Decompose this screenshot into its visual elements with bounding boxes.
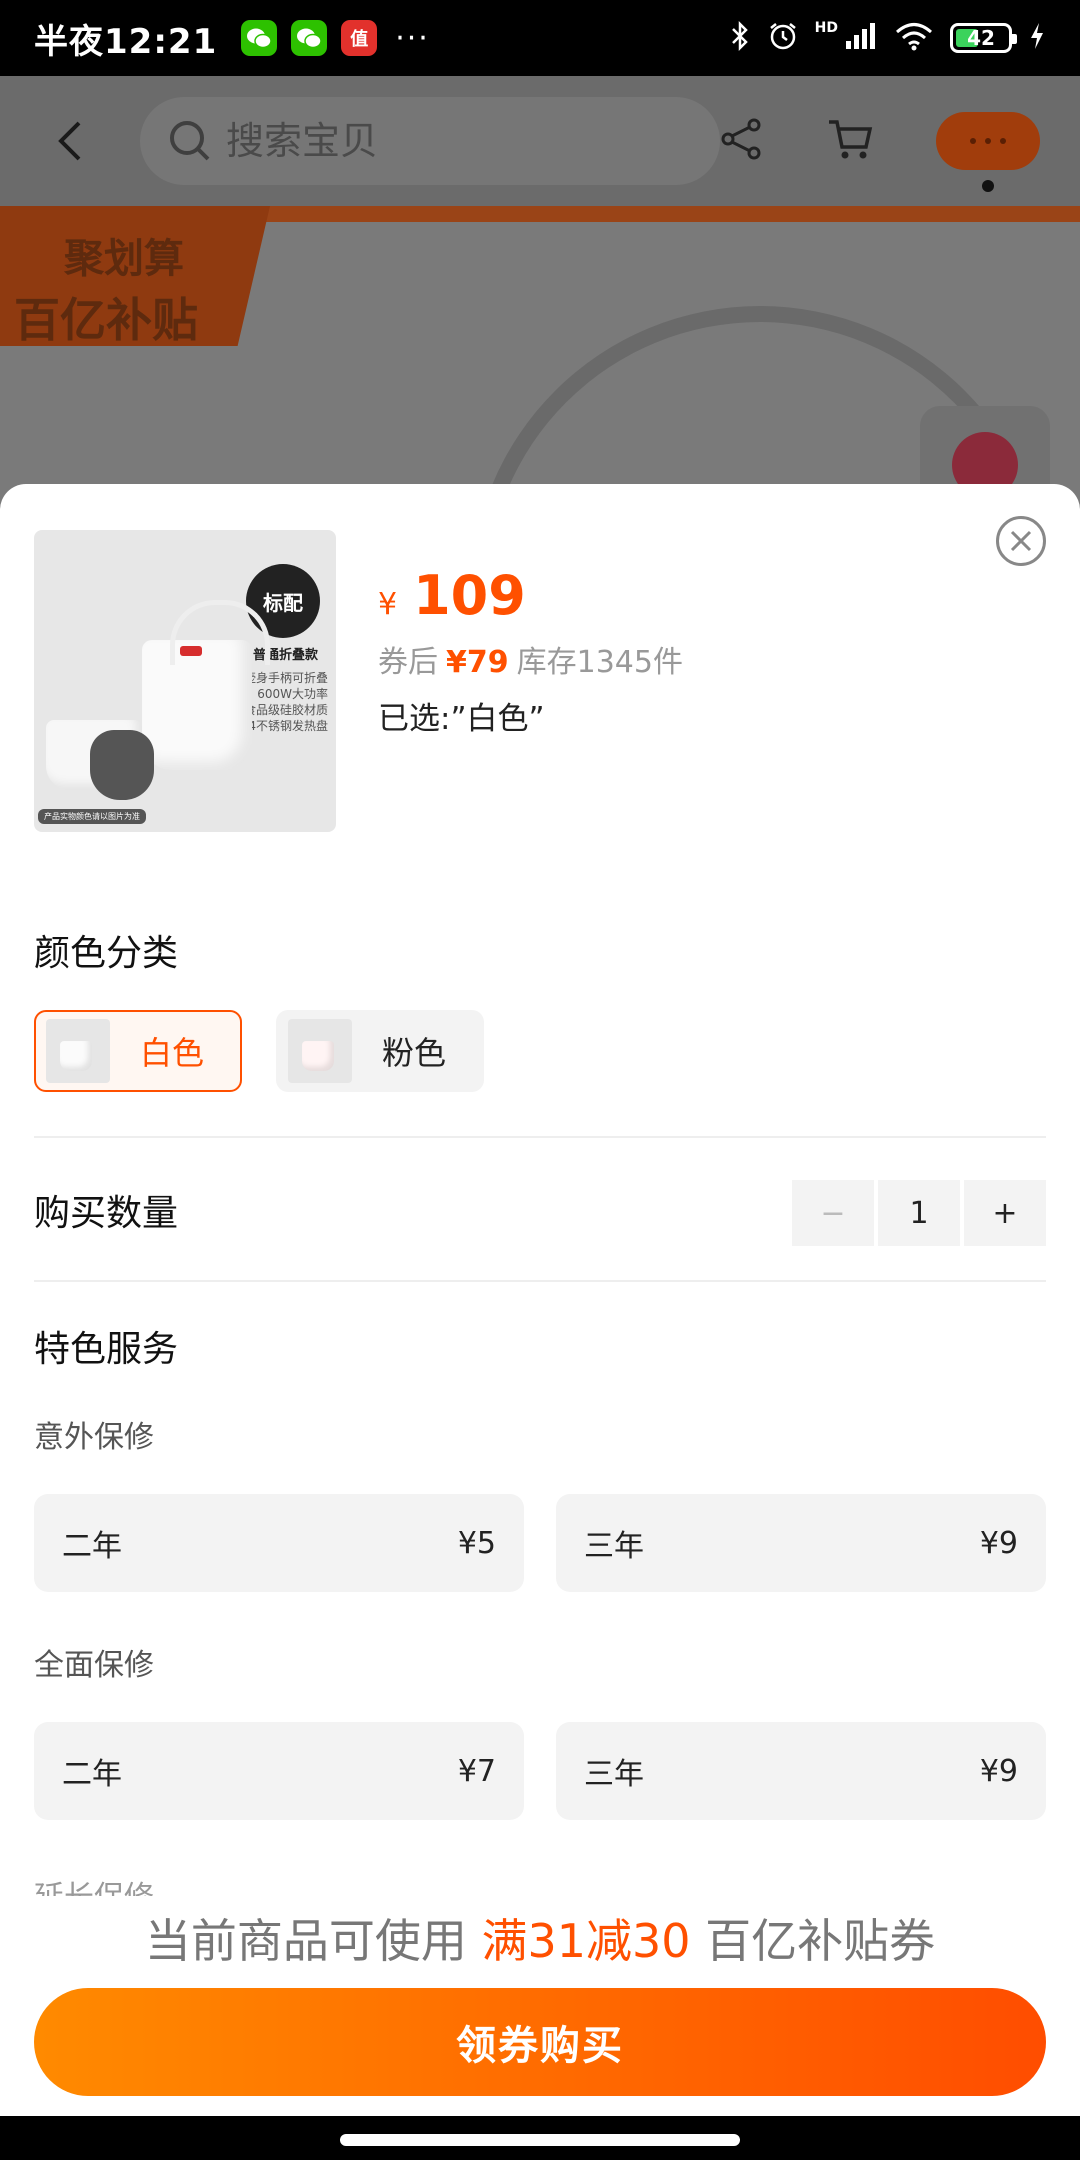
home-gesture-bar[interactable] — [340, 2134, 740, 2146]
charging-icon — [1028, 21, 1046, 55]
battery-icon: 42 — [950, 23, 1017, 53]
more-options-button[interactable] — [936, 112, 1040, 192]
divider — [34, 1280, 1046, 1282]
signal-icon — [844, 21, 878, 55]
price-area: ¥ 109 券后 ¥79 库存1345件 已选:”白色” — [378, 564, 683, 738]
chevron-left-icon — [58, 121, 81, 161]
color-option-pink[interactable]: 粉色 — [276, 1010, 485, 1092]
coupon-stock-row: 券后 ¥79 库存1345件 — [378, 637, 683, 681]
get-coupon-buy-button[interactable]: 领券购买 — [34, 1988, 1046, 2096]
bluetooth-icon — [729, 20, 751, 56]
service-option[interactable]: 二年 ¥5 — [34, 1494, 524, 1592]
cart-icon — [829, 120, 873, 159]
search-icon — [170, 121, 210, 161]
product-thumbnail[interactable]: 标配 普通折叠款 壶身手柄可折叠 600W大功率 食品级硅胶材质 304不锈钢发… — [34, 530, 336, 832]
close-icon — [1010, 530, 1032, 552]
wechat-icon — [291, 20, 328, 56]
after-coupon-price: ¥79 — [446, 645, 509, 680]
share-button[interactable] — [720, 117, 764, 165]
color-option-label: 粉色 — [382, 1034, 447, 1072]
stock-text: 库存1345件 — [516, 645, 683, 680]
after-coupon-label: 券后 — [378, 645, 438, 680]
color-swatch — [288, 1019, 353, 1083]
search-input[interactable] — [226, 119, 626, 163]
service-term: 二年 — [62, 1529, 122, 1564]
notification-icons: 值 — [241, 20, 378, 56]
status-right: HD 42 — [729, 20, 1046, 56]
alarm-icon — [767, 20, 799, 56]
color-swatch — [46, 1019, 110, 1083]
wifi-icon — [894, 21, 934, 55]
wechat-icon — [241, 20, 278, 56]
storage-bag-image — [90, 730, 154, 800]
app-header — [0, 76, 1080, 206]
hd-indicator: HD — [814, 20, 838, 36]
service-term: 三年 — [584, 1757, 644, 1792]
service-group-title: 全面保修 — [34, 1648, 154, 1683]
selected-variant: 已选:”白色” — [378, 701, 545, 737]
quantity-stepper: − 1 + — [792, 1180, 1046, 1246]
service-price: ¥5 — [457, 1525, 496, 1561]
color-option-white[interactable]: 白色 — [34, 1010, 243, 1092]
service-term: 三年 — [584, 1529, 644, 1564]
product-banner: 聚划算 百亿补贴 — [0, 206, 1080, 506]
back-button[interactable] — [40, 111, 100, 171]
share-icon — [721, 118, 761, 160]
color-section-title: 颜色分类 — [34, 933, 179, 974]
color-option-label: 白色 — [140, 1034, 205, 1072]
status-time: 半夜12:21 — [34, 21, 218, 62]
sku-selector-sheet: 标配 普通折叠款 壶身手柄可折叠 600W大功率 食品级硅胶材质 304不锈钢发… — [0, 484, 1080, 2160]
quantity-decrease-button[interactable]: − — [792, 1180, 874, 1246]
service-price: ¥7 — [457, 1753, 496, 1789]
smzdm-app-icon: 值 — [341, 20, 378, 56]
cart-button[interactable] — [826, 117, 874, 165]
quantity-title: 购买数量 — [34, 1193, 179, 1234]
header-actions — [720, 112, 1040, 192]
status-bar: 半夜12:21 值 ··· HD 42 — [0, 0, 1080, 76]
service-options: 二年 ¥7 三年 ¥9 — [34, 1722, 1046, 1820]
quantity-value[interactable]: 1 — [878, 1180, 960, 1246]
service-group-title-truncated: 延长保修 — [34, 1874, 154, 1896]
system-nav-bar — [0, 2116, 1080, 2160]
color-options: 白色 粉色 — [34, 1010, 485, 1092]
service-option[interactable]: 三年 ¥9 — [556, 1722, 1046, 1820]
coupon-promo-text: 当前商品可使用 满31减30 百亿补贴券 — [0, 1896, 1080, 1986]
image-caption: 产品实物颜色请以图片为准 — [38, 809, 146, 824]
divider — [34, 1136, 1046, 1138]
service-price: ¥9 — [979, 1525, 1018, 1561]
kettle-image — [142, 600, 270, 770]
service-price: ¥9 — [979, 1753, 1018, 1789]
price-row: ¥ 109 — [378, 564, 683, 627]
service-option[interactable]: 三年 ¥9 — [556, 1494, 1046, 1592]
quantity-increase-button[interactable]: + — [964, 1180, 1046, 1246]
service-option[interactable]: 二年 ¥7 — [34, 1722, 524, 1820]
battery-level: 42 — [967, 26, 995, 50]
more-notifications-icon: ··· — [395, 20, 430, 56]
services-title: 特色服务 — [34, 1329, 179, 1370]
service-term: 二年 — [62, 1757, 122, 1792]
search-box[interactable] — [140, 97, 720, 185]
close-button[interactable] — [996, 516, 1046, 566]
price-value: 109 — [413, 564, 526, 627]
service-group-title: 意外保修 — [34, 1420, 154, 1455]
juhuasuan-tag: 聚划算 百亿补贴 — [0, 206, 270, 346]
coupon-highlight: 满31减30 — [481, 1914, 691, 1968]
price-symbol: ¥ — [378, 587, 398, 622]
service-options: 二年 ¥5 三年 ¥9 — [34, 1494, 1046, 1592]
